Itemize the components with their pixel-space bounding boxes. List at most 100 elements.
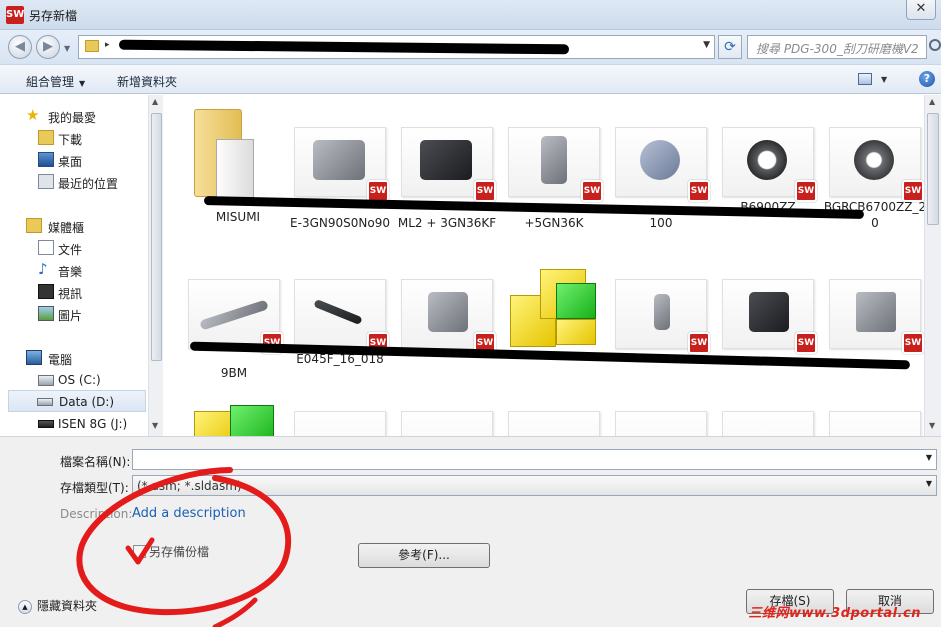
star-icon: ★ xyxy=(26,106,40,124)
file-list-scrollbar[interactable]: ▲ ▼ xyxy=(924,95,941,436)
redacted-path xyxy=(118,39,570,55)
solidworks-icon: SW xyxy=(902,332,924,354)
solidworks-icon: SW xyxy=(795,332,817,354)
file-name: MISUMI xyxy=(215,210,261,224)
close-button[interactable]: ✕ xyxy=(906,0,936,20)
file-name: E-3GN90S0No90 xyxy=(290,216,390,230)
scroll-up-icon[interactable]: ▲ xyxy=(152,97,158,106)
music-icon: ♪ xyxy=(38,260,48,278)
navigation-pane: ★ 我的最愛 下載 桌面 最近的位置 媒體櫃 文件 ♪ 音樂 視訊 圖片 電腦 … xyxy=(0,95,163,436)
new-folder-button[interactable]: 新增資料夾 xyxy=(117,73,177,90)
history-dropdown-icon[interactable]: ▼ xyxy=(64,44,70,53)
filetype-label: 存檔類型(T): xyxy=(60,481,129,495)
computer-icon xyxy=(26,350,42,365)
part-thumbnail: SW xyxy=(401,127,496,202)
chevron-down-icon[interactable]: ▼ xyxy=(926,453,932,462)
address-bar[interactable]: ▸ ▼ xyxy=(78,35,715,59)
breadcrumb-arrow-icon[interactable]: ▸ xyxy=(105,40,110,50)
view-dropdown-icon[interactable]: ▼ xyxy=(881,75,887,84)
part-thumbnail: SW xyxy=(829,127,924,202)
sidebar-item-drive-c[interactable]: OS (C:) xyxy=(0,369,146,391)
command-bar: 組合管理 ▼ 新增資料夾 ▼ ? xyxy=(0,64,941,94)
sidebar-item-music[interactable]: ♪ 音樂 xyxy=(0,259,146,281)
pictures-icon xyxy=(38,306,54,321)
documents-icon xyxy=(38,240,54,255)
sidebar-item-videos[interactable]: 視訊 xyxy=(0,281,146,303)
part-thumbnail: SW xyxy=(188,279,283,354)
filetype-select[interactable]: (*.asm; *.sldasm) ▼ xyxy=(132,475,937,496)
sidebar-item-downloads[interactable]: 下載 xyxy=(0,127,146,149)
drive-icon xyxy=(38,375,54,386)
sidebar-item-favorites[interactable]: ★ 我的最愛 xyxy=(0,105,146,127)
browse-button[interactable]: 參考(F)... xyxy=(358,543,490,568)
sidebar-item-desktop[interactable]: 桌面 xyxy=(0,149,146,171)
part-thumbnail: SW xyxy=(508,127,603,202)
file-name: ML2 + 3GN36KF xyxy=(397,216,497,230)
solidworks-app-icon: SW xyxy=(6,6,24,24)
assembly-icon xyxy=(510,265,600,349)
view-options-icon[interactable] xyxy=(858,73,872,85)
save-backup-label[interactable]: 另存備份檔 xyxy=(149,543,209,560)
filename-field[interactable]: ▼ xyxy=(132,449,937,470)
address-row: ◀ ▶ ▼ ▸ ▼ ⟳ 搜尋 PDG-300_刮刀研磨機V2 xyxy=(0,30,941,64)
sidebar-item-recent[interactable]: 最近的位置 xyxy=(0,171,146,193)
solidworks-icon: SW xyxy=(688,332,710,354)
file-list: MISUMI SW E-3GN90S0No90 SW ML2 + 3GN36KF… xyxy=(164,95,924,436)
solidworks-icon: SW xyxy=(474,180,496,202)
scroll-down-icon[interactable]: ▼ xyxy=(929,421,935,430)
address-dropdown-icon[interactable]: ▼ xyxy=(703,40,710,50)
sidebar-item-libraries[interactable]: 媒體櫃 xyxy=(0,215,146,237)
folder-icon xyxy=(194,109,258,201)
part-thumbnail: SW xyxy=(401,279,496,354)
scrollbar-thumb[interactable] xyxy=(927,113,939,225)
part-thumbnail: SW xyxy=(294,127,389,202)
part-thumbnail: SW xyxy=(829,279,924,354)
sidebar-item-pictures[interactable]: 圖片 xyxy=(0,303,146,325)
file-name: 9BM xyxy=(220,366,248,380)
assembly-icon xyxy=(190,397,280,436)
scroll-down-icon[interactable]: ▼ xyxy=(152,421,158,430)
scroll-up-icon[interactable]: ▲ xyxy=(929,97,935,106)
sidebar-item-drive-j[interactable]: ISEN 8G (J:) xyxy=(0,413,146,435)
help-icon[interactable]: ? xyxy=(919,71,935,87)
description-label: Description: xyxy=(60,507,133,521)
download-folder-icon xyxy=(38,130,54,145)
video-icon xyxy=(38,284,54,299)
file-name: +5GN36K xyxy=(524,216,584,230)
organize-menu[interactable]: 組合管理 ▼ xyxy=(26,73,85,90)
add-description-link[interactable]: Add a description xyxy=(132,506,246,521)
back-button[interactable]: ◀ xyxy=(8,35,32,59)
scrollbar-thumb[interactable] xyxy=(151,113,162,361)
part-thumbnail: SW xyxy=(722,279,817,354)
library-icon xyxy=(26,218,42,233)
solidworks-icon: SW xyxy=(688,180,710,202)
chevron-down-icon: ▼ xyxy=(79,79,86,88)
search-input[interactable]: 搜尋 PDG-300_刮刀研磨機V2 xyxy=(747,35,927,59)
title-bar: SW 另存新檔 ✕ xyxy=(0,0,941,30)
part-thumbnail: SW xyxy=(615,279,710,354)
refresh-button[interactable]: ⟳ xyxy=(718,35,742,59)
solidworks-icon: SW xyxy=(581,180,603,202)
part-thumbnail: SW xyxy=(615,127,710,202)
file-name: 100 xyxy=(649,216,673,230)
sidebar-scrollbar[interactable]: ▲ ▼ xyxy=(148,95,163,436)
sidebar-item-documents[interactable]: 文件 xyxy=(0,237,146,259)
forward-button[interactable]: ▶ xyxy=(36,35,60,59)
sidebar-item-computer[interactable]: 電腦 xyxy=(0,347,146,369)
usb-drive-icon xyxy=(38,420,54,428)
sidebar-item-drive-d[interactable]: Data (D:) xyxy=(8,390,146,412)
recent-places-icon xyxy=(38,174,54,189)
folder-icon xyxy=(85,40,99,52)
organize-label: 組合管理 xyxy=(26,75,75,89)
window-title: 另存新檔 xyxy=(29,9,78,23)
filename-label: 檔案名稱(N): xyxy=(60,455,131,469)
save-as-dialog: SW 另存新檔 ✕ ◀ ▶ ▼ ▸ ▼ ⟳ 搜尋 PDG-300_刮刀研磨機V2… xyxy=(0,0,941,627)
search-icon[interactable] xyxy=(929,39,941,51)
chevron-down-icon[interactable]: ▼ xyxy=(926,479,932,488)
part-thumbnail: SW xyxy=(294,279,389,354)
collapse-arrow-icon: ▲ xyxy=(18,599,32,614)
drive-icon xyxy=(37,398,53,406)
desktop-icon xyxy=(38,152,54,167)
hide-folders-toggle[interactable]: ▲ 隱藏資料夾 xyxy=(18,597,97,614)
save-backup-checkbox[interactable] xyxy=(133,545,146,558)
